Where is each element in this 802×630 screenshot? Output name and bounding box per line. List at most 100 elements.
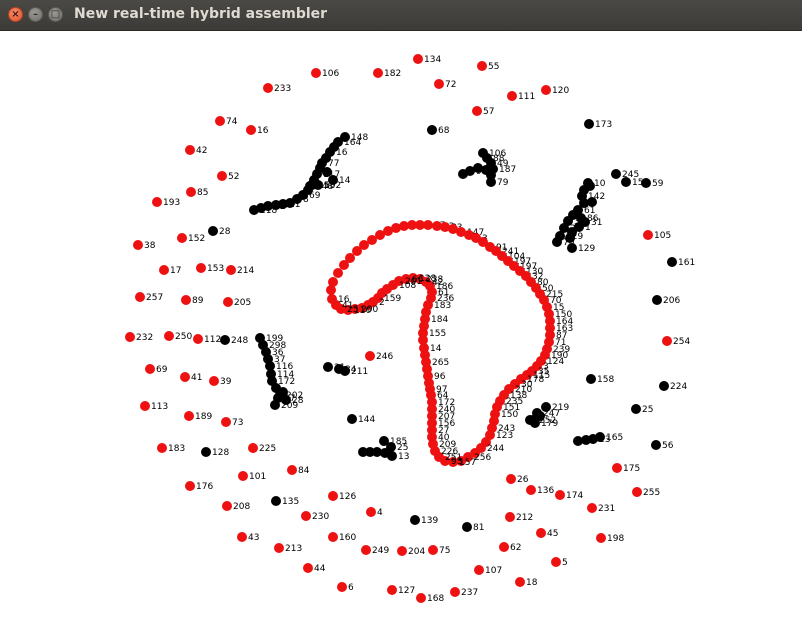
- red-node[interactable]: [303, 563, 313, 573]
- black-node[interactable]: [652, 295, 662, 305]
- black-cluster-node[interactable]: [273, 393, 283, 403]
- red-node[interactable]: [387, 585, 397, 595]
- black-node[interactable]: [586, 374, 596, 384]
- red-node[interactable]: [612, 463, 622, 473]
- red-node[interactable]: [186, 187, 196, 197]
- red-node[interactable]: [643, 230, 653, 240]
- red-node[interactable]: [223, 297, 233, 307]
- black-cluster-node[interactable]: [305, 181, 315, 191]
- red-node[interactable]: [140, 401, 150, 411]
- red-node[interactable]: [152, 197, 162, 207]
- black-cluster-node[interactable]: [340, 366, 350, 376]
- black-cluster-node[interactable]: [587, 197, 597, 207]
- loop-node[interactable]: [423, 220, 433, 230]
- red-node[interactable]: [209, 376, 219, 386]
- red-node[interactable]: [246, 125, 256, 135]
- close-button[interactable]: ×: [8, 7, 23, 22]
- red-node[interactable]: [185, 145, 195, 155]
- black-node[interactable]: [201, 447, 211, 457]
- red-node[interactable]: [434, 79, 444, 89]
- red-node[interactable]: [125, 332, 135, 342]
- red-node[interactable]: [177, 233, 187, 243]
- red-node[interactable]: [515, 577, 525, 587]
- loop-node[interactable]: [327, 294, 337, 304]
- black-node[interactable]: [651, 440, 661, 450]
- red-node[interactable]: [159, 265, 169, 275]
- red-node[interactable]: [507, 91, 517, 101]
- black-node[interactable]: [631, 404, 641, 414]
- black-cluster-node[interactable]: [611, 169, 621, 179]
- red-node[interactable]: [477, 61, 487, 71]
- black-node[interactable]: [347, 414, 357, 424]
- black-cluster-node[interactable]: [387, 451, 397, 461]
- black-cluster-node[interactable]: [486, 177, 496, 187]
- red-node[interactable]: [157, 443, 167, 453]
- red-node[interactable]: [135, 292, 145, 302]
- red-node[interactable]: [164, 331, 174, 341]
- red-node[interactable]: [311, 68, 321, 78]
- red-node[interactable]: [263, 83, 273, 93]
- minimize-button[interactable]: –: [28, 7, 43, 22]
- black-cluster-node[interactable]: [322, 167, 332, 177]
- red-node[interactable]: [506, 474, 516, 484]
- black-cluster-node[interactable]: [595, 432, 605, 442]
- red-node[interactable]: [337, 582, 347, 592]
- black-cluster-node[interactable]: [525, 415, 535, 425]
- black-node[interactable]: [427, 125, 437, 135]
- red-node[interactable]: [328, 491, 338, 501]
- graph-canvas[interactable]: 13455106 18272233111120577416425285193105…: [0, 30, 802, 630]
- red-node[interactable]: [499, 542, 509, 552]
- black-cluster-node[interactable]: [552, 237, 562, 247]
- loop-node[interactable]: [328, 277, 338, 287]
- red-node[interactable]: [237, 532, 247, 542]
- red-node[interactable]: [185, 481, 195, 491]
- red-node[interactable]: [505, 512, 515, 522]
- red-node[interactable]: [215, 116, 225, 126]
- black-cluster-node[interactable]: [576, 213, 586, 223]
- red-node[interactable]: [397, 546, 407, 556]
- black-node[interactable]: [410, 515, 420, 525]
- red-node[interactable]: [428, 545, 438, 555]
- red-node[interactable]: [632, 487, 642, 497]
- red-node[interactable]: [662, 336, 672, 346]
- black-node[interactable]: [667, 257, 677, 267]
- red-node[interactable]: [555, 490, 565, 500]
- black-node[interactable]: [220, 335, 230, 345]
- red-node[interactable]: [526, 485, 536, 495]
- black-cluster-node[interactable]: [323, 362, 333, 372]
- red-node[interactable]: [472, 106, 482, 116]
- red-node[interactable]: [238, 471, 248, 481]
- red-node[interactable]: [181, 295, 191, 305]
- red-node[interactable]: [221, 417, 231, 427]
- red-node[interactable]: [474, 565, 484, 575]
- black-node[interactable]: [584, 119, 594, 129]
- red-node[interactable]: [373, 68, 383, 78]
- red-node[interactable]: [274, 543, 284, 553]
- red-node[interactable]: [248, 443, 258, 453]
- red-node[interactable]: [180, 372, 190, 382]
- black-cluster-node[interactable]: [567, 243, 577, 253]
- black-cluster-node[interactable]: [621, 177, 631, 187]
- black-cluster-node[interactable]: [249, 205, 259, 215]
- red-node[interactable]: [133, 240, 143, 250]
- loop-node[interactable]: [333, 268, 343, 278]
- red-node[interactable]: [226, 265, 236, 275]
- maximize-button[interactable]: □: [48, 7, 63, 22]
- red-node[interactable]: [145, 364, 155, 374]
- red-node[interactable]: [217, 171, 227, 181]
- red-node[interactable]: [184, 411, 194, 421]
- black-cluster-node[interactable]: [585, 181, 595, 191]
- black-cluster-node[interactable]: [458, 169, 468, 179]
- red-node[interactable]: [328, 532, 338, 542]
- red-node[interactable]: [587, 503, 597, 513]
- black-cluster-node[interactable]: [358, 447, 368, 457]
- red-node[interactable]: [551, 557, 561, 567]
- red-node[interactable]: [416, 593, 426, 603]
- red-node[interactable]: [361, 545, 371, 555]
- red-node[interactable]: [196, 263, 206, 273]
- black-node[interactable]: [659, 381, 669, 391]
- red-node[interactable]: [541, 85, 551, 95]
- black-node[interactable]: [462, 522, 472, 532]
- black-node[interactable]: [271, 496, 281, 506]
- red-node[interactable]: [536, 528, 546, 538]
